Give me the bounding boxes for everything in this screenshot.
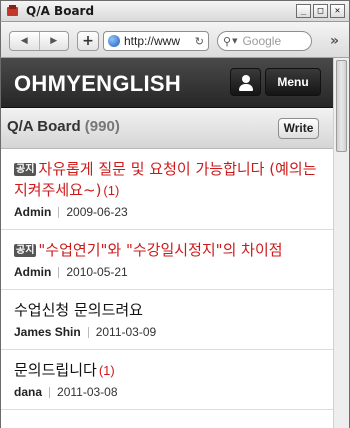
search-placeholder[interactable]: Google: [242, 34, 281, 48]
post-meta: Admin 2010-05-21: [14, 265, 323, 289]
list-item[interactable]: 공지 자유롭게 질문 및 요청이 가능합니다 (예의는 지켜주세요~) (1) Ad…: [1, 149, 333, 230]
post-meta: James Shin 2011-03-09: [14, 325, 323, 349]
list-item[interactable]: 문의드립니다 (1) dana 2011-03-08: [1, 350, 333, 410]
board-header: Q/A Board (990) Write: [1, 108, 333, 149]
post-title-text[interactable]: 수업신청 문의드려요: [14, 301, 143, 319]
new-tab-button[interactable]: +: [77, 31, 99, 51]
site-header: OHMYENGLISH Menu: [1, 58, 333, 108]
vertical-scrollbar[interactable]: [333, 58, 349, 428]
post-title-text[interactable]: 자유롭게 질문 및 요청이 가능합니다 (예의는 지켜주세요~): [14, 160, 317, 199]
comment-count: (1): [98, 363, 115, 378]
globe-icon: [108, 35, 120, 47]
post-date: 2009-06-23: [66, 205, 128, 219]
post-author: dana: [14, 385, 43, 399]
browser-toolbar: ◀ ▶ + http://www ↻ ⚲ ▼ Google »: [0, 22, 350, 58]
post-title[interactable]: 공지 자유롭게 질문 및 요청이 가능합니다 (예의는 지켜주세요~) (1): [14, 159, 323, 201]
close-button[interactable]: ✕: [330, 4, 345, 18]
user-button[interactable]: [230, 68, 261, 96]
comment-count: (1): [103, 183, 120, 198]
post-author: James Shin: [14, 325, 81, 339]
post-title-text[interactable]: 문의드립니다: [14, 361, 97, 379]
chevron-down-icon[interactable]: ▼: [232, 37, 237, 45]
divider: [58, 206, 60, 218]
window-controls: _ □ ✕: [296, 4, 345, 18]
list-item[interactable]: 수업신청 문의드려요 James Shin 2011-03-09: [1, 290, 333, 350]
write-button[interactable]: Write: [278, 118, 319, 139]
menu-button[interactable]: Menu: [265, 68, 321, 96]
maximize-button[interactable]: □: [313, 4, 328, 18]
post-title-text[interactable]: "수업연기"와 "수강일시정지"의 차이점: [38, 241, 282, 259]
back-arrow-icon[interactable]: ◀: [10, 32, 40, 50]
url-text[interactable]: http://www: [124, 34, 195, 48]
post-title[interactable]: 문의드립니다 (1): [14, 360, 323, 381]
board-count: (990): [84, 118, 120, 135]
scrollbar-thumb[interactable]: [336, 60, 347, 152]
window-title: Q/A Board: [26, 4, 95, 18]
notice-badge: 공지: [14, 244, 37, 257]
post-author: Admin: [14, 265, 52, 279]
nav-buttons: ◀ ▶: [9, 31, 69, 51]
search-bar[interactable]: ⚲ ▼ Google: [217, 31, 312, 51]
page-content: OHMYENGLISH Menu Q/A Board (990) Write 공…: [1, 58, 333, 428]
board-title: Q/A Board (990): [7, 118, 120, 135]
user-icon: [242, 75, 250, 83]
site-logo[interactable]: OHMYENGLISH: [14, 71, 181, 97]
forward-arrow-icon[interactable]: ▶: [40, 32, 69, 50]
window-titlebar: Q/A Board _ □ ✕: [0, 0, 350, 22]
post-date: 2010-05-21: [66, 265, 128, 279]
url-bar[interactable]: http://www ↻: [103, 31, 209, 51]
post-meta: Admin 2009-06-23: [14, 205, 323, 229]
post-title[interactable]: 공지 "수업연기"와 "수강일시정지"의 차이점: [14, 240, 323, 261]
post-meta: dana 2011-03-08: [14, 385, 323, 409]
toolbar-overflow-button[interactable]: »: [330, 33, 339, 49]
board-title-text: Q/A Board: [7, 118, 81, 135]
notice-badge: 공지: [14, 163, 37, 176]
post-date: 2011-03-08: [57, 385, 118, 399]
list-item[interactable]: 공지 "수업연기"와 "수강일시정지"의 차이점 Admin 2010-05-21: [1, 230, 333, 290]
divider: [49, 386, 51, 398]
minimize-button[interactable]: _: [296, 4, 311, 18]
app-icon: [6, 4, 20, 18]
search-icon: ⚲: [223, 34, 232, 48]
divider: [87, 326, 89, 338]
reload-icon[interactable]: ↻: [195, 35, 208, 48]
post-date: 2011-03-09: [95, 325, 157, 339]
divider: [58, 266, 60, 278]
post-title[interactable]: 수업신청 문의드려요: [14, 300, 323, 321]
post-author: Admin: [14, 205, 52, 219]
